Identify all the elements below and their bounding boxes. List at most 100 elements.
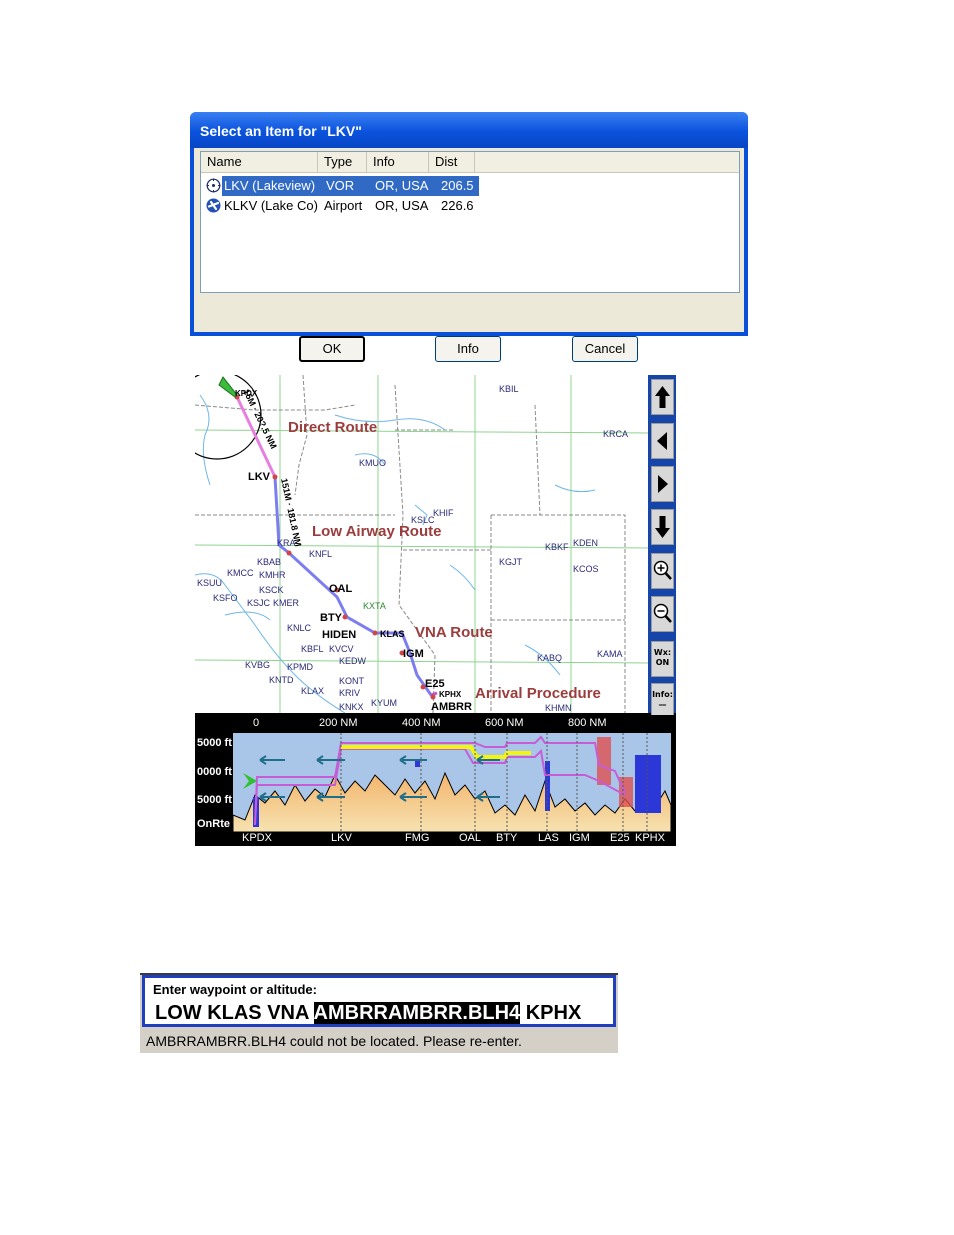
waypoint-label: KPHX <box>439 690 462 699</box>
waypoint-label: LKV <box>248 471 270 483</box>
item-info: OR, USA <box>375 178 429 193</box>
zoom-in-icon <box>653 560 672 580</box>
airport-label: KNFL <box>309 549 333 559</box>
weather-toggle-label: Wx: ON <box>653 648 672 667</box>
pan-left-button[interactable] <box>651 423 674 459</box>
pan-up-button[interactable] <box>651 379 674 415</box>
airport-label: KAMA <box>597 649 623 659</box>
entry-text-highlighted: AMBRRAMBRR.BLH4 <box>313 1002 521 1024</box>
distance-label: 400 NM <box>402 717 441 729</box>
list-item[interactable]: KLKV (Lake Co) Airport OR, USA 226.6 <box>203 196 479 216</box>
dialog-titlebar[interactable]: Select an Item for "LKV" <box>190 112 748 148</box>
profile-waypoint-label: E25 <box>610 832 630 844</box>
airport-label: KVCV <box>329 644 354 654</box>
airport-label: KNKX <box>339 702 364 712</box>
waypoint-label: AMBRR <box>431 701 472 713</box>
waypoint-input[interactable]: LOW KLAS VNA AMBRRAMBRR.BLH4 KPHX <box>155 1002 581 1026</box>
entry-text-after: KPHX <box>520 1002 582 1024</box>
zoom-in-button[interactable] <box>651 553 674 589</box>
airport-label: KEDW <box>339 656 366 666</box>
airport-label: KPMD <box>287 662 314 672</box>
waypoint-label: IGM <box>403 648 424 660</box>
map-toolbar: Wx: ON Info: — <box>648 375 676 719</box>
distance-label: 600 NM <box>485 717 524 729</box>
airport-label: KSJC <box>247 598 271 608</box>
item-type: Airport <box>324 198 363 213</box>
list-item[interactable]: LKV (Lakeview) VOR OR, USA 206.5 <box>203 176 479 196</box>
pan-down-button[interactable] <box>651 509 674 545</box>
weather-toggle-button[interactable]: Wx: ON <box>651 641 674 677</box>
waypoint-label: BTY <box>320 612 342 624</box>
waypoint-label: HIDEN <box>322 629 357 641</box>
airport-label: KXTA <box>363 601 386 611</box>
route-map[interactable]: 15M · 20?.5 NM 151M · 181.8 NM KPDX LKV … <box>195 375 648 713</box>
list-header: Name Type Info Dist <box>201 152 739 173</box>
waypoint-label: KLAS <box>380 629 405 639</box>
airport-label: KBFL <box>301 644 324 654</box>
airport-label: KRIV <box>339 688 361 698</box>
info-button[interactable]: Info <box>435 336 501 362</box>
profile-waypoint-label: LAS <box>538 832 559 844</box>
entry-prompt: Enter waypoint or altitude: <box>153 982 317 997</box>
airport-label: KBAB <box>257 557 282 567</box>
airport-label: KMCC <box>227 568 254 578</box>
profile-waypoint-label: LKV <box>331 832 352 844</box>
airport-label: KHIF <box>433 508 454 518</box>
airport-label: KNTD <box>269 675 294 685</box>
airport-label: KMER <box>273 598 300 608</box>
arrival-procedure-label: Arrival Procedure <box>475 685 601 702</box>
column-header-name[interactable]: Name <box>201 152 318 172</box>
airport-label: KMUO <box>359 458 386 468</box>
profile-waypoint-label: KPHX <box>635 832 665 844</box>
waypoint-label: E25 <box>425 678 445 690</box>
dialog-title: Select an Item for "LKV" <box>200 123 362 139</box>
vertical-profile[interactable]: 5000 ft 0000 ft 5000 ft OnRte 0 200 NM 4… <box>195 715 676 846</box>
airport-label: KSCK <box>259 585 284 595</box>
airport-label: KRCA <box>603 429 629 439</box>
map-info-label: Info: — <box>652 690 673 709</box>
arrow-up-icon <box>655 386 670 408</box>
profile-waypoint-label: KPDX <box>242 832 272 844</box>
waypoint-entry-box[interactable]: Enter waypoint or altitude: LOW KLAS VNA… <box>142 975 616 1027</box>
distance-label: 800 NM <box>568 717 607 729</box>
leg-label: 151M · 181.8 NM <box>279 477 303 547</box>
column-header-dist[interactable]: Dist <box>429 152 475 172</box>
airport-label: KSUU <box>197 578 223 588</box>
select-item-dialog: Select an Item for "LKV" Name Type Info … <box>190 112 748 362</box>
airport-label: KABQ <box>537 653 563 663</box>
arrow-down-icon <box>655 516 670 538</box>
item-name: LKV (Lakeview) <box>224 178 316 193</box>
airport-label: KRA <box>277 538 296 548</box>
column-header-type[interactable]: Type <box>318 152 367 172</box>
distance-label: 200 NM <box>319 717 358 729</box>
airport-label: KYUM <box>371 698 398 708</box>
airport-label: KHMN <box>545 703 572 713</box>
airport-label: KLAX <box>301 686 325 696</box>
item-name: KLKV (Lake Co) <box>224 198 318 213</box>
airport-label: KMHR <box>259 570 286 580</box>
arrow-right-icon <box>658 475 668 493</box>
low-airway-route-label: Low Airway Route <box>312 523 442 540</box>
direct-route-label: Direct Route <box>288 419 378 436</box>
airport-label: KCOS <box>573 564 599 574</box>
entry-text-before: LOW KLAS VNA <box>155 1002 314 1024</box>
map-info-button[interactable]: Info: — <box>651 683 674 719</box>
airport-icon <box>206 198 221 213</box>
altitude-label: 5000 ft <box>197 737 232 749</box>
airport-label: KNLC <box>287 623 312 633</box>
column-header-info[interactable]: Info <box>367 152 429 172</box>
airport-label: KONT <box>339 676 365 686</box>
zoom-out-button[interactable] <box>651 596 674 632</box>
distance-label: 0 <box>253 717 260 729</box>
dialog-client-area: Name Type Info Dist LKV (Lakeview) VOR O… <box>194 148 744 362</box>
cancel-button[interactable]: Cancel <box>572 336 638 362</box>
item-dist: 226.6 <box>441 198 474 213</box>
profile-waypoint-label: FMG <box>405 832 430 844</box>
items-list[interactable]: Name Type Info Dist LKV (Lakeview) VOR O… <box>200 151 740 293</box>
ok-button[interactable]: OK <box>299 336 365 362</box>
waypoint-label: KPDX <box>235 389 258 398</box>
vor-icon <box>206 178 221 193</box>
profile-waypoint-label: IGM <box>569 832 590 844</box>
pan-right-button[interactable] <box>651 466 674 502</box>
column-header-empty <box>475 152 739 172</box>
